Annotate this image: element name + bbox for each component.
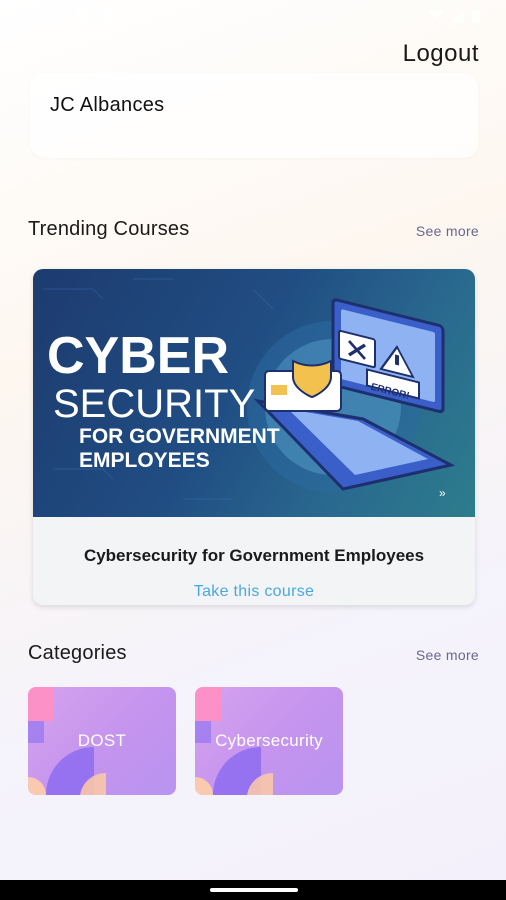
circle-icon [99, 9, 114, 23]
status-right [428, 9, 480, 23]
course-banner-graphic: ERROR! CYBER SECURITY FOR GOVERNMENT EMP… [43, 278, 456, 500]
user-name: JC Albances [50, 94, 165, 116]
battery-icon [472, 9, 480, 23]
take-course-button[interactable]: Take this course [33, 583, 475, 601]
banner-text-for-government: FOR GOVERNMENT [79, 425, 280, 448]
system-nav-bar [0, 880, 506, 900]
user-card: JC Albances [30, 73, 478, 158]
course-card[interactable]: ERROR! CYBER SECURITY FOR GOVERNMENT EMP… [33, 269, 475, 605]
banner-text-cyber: CYBER [47, 327, 229, 385]
banner-text-employees: EMPLOYEES [79, 449, 210, 472]
course-banner-image: ERROR! CYBER SECURITY FOR GOVERNMENT EMP… [33, 269, 475, 517]
trending-see-more-link[interactable]: See more [416, 223, 479, 239]
categories-see-more-link[interactable]: See more [416, 647, 479, 663]
status-time: 12:50 [30, 8, 66, 24]
status-bar: 12:50 [0, 0, 506, 32]
settings-icon [75, 9, 90, 23]
category-label: DOST [77, 731, 127, 750]
wifi-icon [428, 10, 444, 22]
categories-title: Categories [28, 642, 127, 664]
status-left: 12:50 [30, 8, 114, 24]
course-title: Cybersecurity for Government Employees [83, 546, 425, 565]
home-indicator[interactable] [210, 888, 298, 892]
banner-text-security: SECURITY [53, 382, 255, 426]
category-card-cybersecurity[interactable]: Cybersecurity [195, 687, 343, 795]
category-label: Cybersecurity [215, 731, 323, 750]
logout-button[interactable]: Logout [403, 40, 479, 68]
signal-icon [452, 10, 464, 22]
category-card-dost[interactable]: DOST [28, 687, 176, 795]
double-chevron-icon: » [439, 486, 446, 500]
trending-courses-title: Trending Courses [28, 218, 190, 240]
